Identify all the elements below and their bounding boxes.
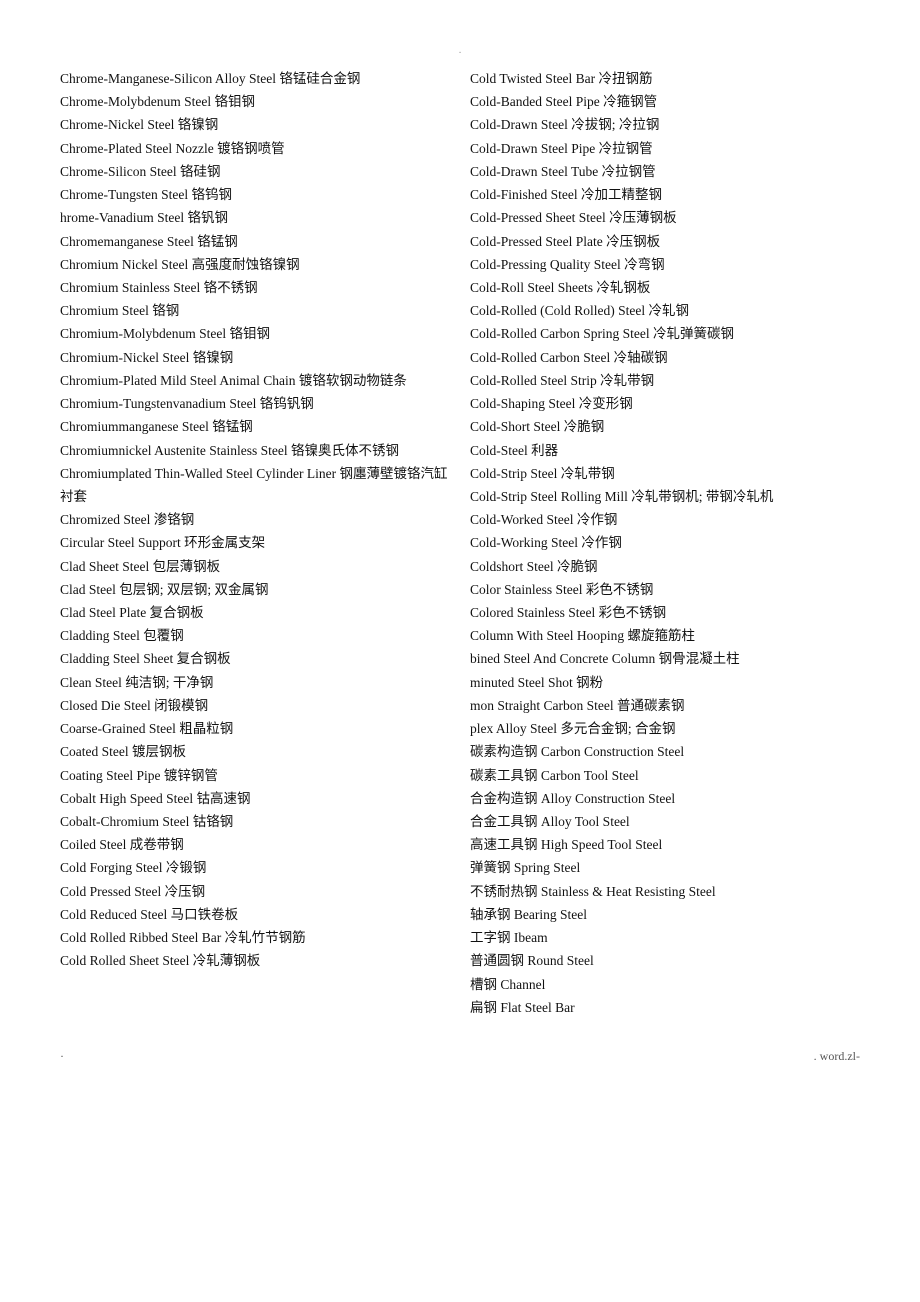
list-item: Cold Reduced Steel 马口铁卷板 — [60, 903, 450, 926]
list-item: Chromium-Tungstenvanadium Steel 铬钨钒钢 — [60, 392, 450, 415]
list-item: Chrome-Nickel Steel 铬镍钢 — [60, 113, 450, 136]
list-item: plex Alloy Steel 多元合金钢; 合金钢 — [470, 717, 860, 740]
list-item: minuted Steel Shot 钢粉 — [470, 671, 860, 694]
list-item: Cold-Strip Steel Rolling Mill 冷轧带钢机; 带钢冷… — [470, 485, 860, 508]
list-item: Coiled Steel 成卷带钢 — [60, 833, 450, 856]
list-item: Clad Steel 包层钢; 双层钢; 双金属钢 — [60, 578, 450, 601]
list-item: Chrome-Tungsten Steel 铬钨钢 — [60, 183, 450, 206]
list-item: Chromium Nickel Steel 高强度耐蚀铬镍钢 — [60, 253, 450, 276]
list-item: mon Straight Carbon Steel 普通碳素钢 — [470, 694, 860, 717]
footer-right: . word.zl- — [814, 1049, 860, 1064]
list-item: Coating Steel Pipe 镀锌钢管 — [60, 764, 450, 787]
list-item: Cold Rolled Sheet Steel 冷轧薄钢板 — [60, 949, 450, 972]
list-item: 高速工具钢 High Speed Tool Steel — [470, 833, 860, 856]
list-item: Cold-Steel 利器 — [470, 439, 860, 462]
list-item: 不锈耐热钢 Stainless & Heat Resisting Steel — [470, 880, 860, 903]
list-item: Chrome-Manganese-Silicon Alloy Steel 铬锰硅… — [60, 67, 450, 90]
list-item: Chromium-Plated Mild Steel Animal Chain … — [60, 369, 450, 392]
list-item: Chromized Steel 渗铬钢 — [60, 508, 450, 531]
list-item: Cold-Rolled Carbon Spring Steel 冷轧弹簧碳钢 — [470, 322, 860, 345]
list-item: Cold-Drawn Steel Tube 冷拉钢管 — [470, 160, 860, 183]
list-item: Cladding Steel 包覆钢 — [60, 624, 450, 647]
list-item: Coldshort Steel 冷脆钢 — [470, 555, 860, 578]
list-item: Chromium-Nickel Steel 铬镍钢 — [60, 346, 450, 369]
list-item: Cold-Working Steel 冷作钢 — [470, 531, 860, 554]
list-item: Chromium Steel 铬钢 — [60, 299, 450, 322]
list-item: Chromemanganese Steel 铬锰钢 — [60, 230, 450, 253]
list-item: Chromiumplated Thin-Walled Steel Cylinde… — [60, 462, 450, 508]
list-item: Cold-Pressing Quality Steel 冷弯钢 — [470, 253, 860, 276]
footer-left: · — [60, 1049, 64, 1064]
list-item: Clad Steel Plate 复合钢板 — [60, 601, 450, 624]
list-item: Cold-Rolled Carbon Steel 冷轴碳钢 — [470, 346, 860, 369]
list-item: Color Stainless Steel 彩色不锈钢 — [470, 578, 860, 601]
list-item: Cold-Worked Steel 冷作钢 — [470, 508, 860, 531]
list-item: hrome-Vanadium Steel 铬钒钢 — [60, 206, 450, 229]
list-item: Cold-Rolled Steel Strip 冷轧带钢 — [470, 369, 860, 392]
list-item: Coated Steel 镀层钢板 — [60, 740, 450, 763]
dot-top: · — [60, 48, 860, 59]
list-item: Clean Steel 纯洁钢; 干净钢 — [60, 671, 450, 694]
list-item: Clad Sheet Steel 包层薄钢板 — [60, 555, 450, 578]
list-item: Cobalt-Chromium Steel 钴铬钢 — [60, 810, 450, 833]
right-column: Cold Twisted Steel Bar 冷扭钢筋Cold-Banded S… — [460, 67, 860, 1019]
list-item: Cold-Strip Steel 冷轧带钢 — [470, 462, 860, 485]
list-item: Cold-Finished Steel 冷加工精整钢 — [470, 183, 860, 206]
list-item: 工字钢 Ibeam — [470, 926, 860, 949]
list-item: 合金构造钢 Alloy Construction Steel — [470, 787, 860, 810]
list-item: 弹簧钢 Spring Steel — [470, 856, 860, 879]
list-item: Chrome-Plated Steel Nozzle 镀铬钢喷管 — [60, 137, 450, 160]
list-item: Cold-Pressed Sheet Steel 冷压薄钢板 — [470, 206, 860, 229]
list-item: Column With Steel Hooping 螺旋箍筋柱 — [470, 624, 860, 647]
list-item: Cold-Roll Steel Sheets 冷轧钢板 — [470, 276, 860, 299]
list-item: Cold Forging Steel 冷锻钢 — [60, 856, 450, 879]
list-item: Chrome-Molybdenum Steel 铬钼钢 — [60, 90, 450, 113]
list-item: 轴承钢 Bearing Steel — [470, 903, 860, 926]
list-item: Coarse-Grained Steel 粗晶粒钢 — [60, 717, 450, 740]
list-item: 扁钢 Flat Steel Bar — [470, 996, 860, 1019]
list-item: 碳素构造钢 Carbon Construction Steel — [470, 740, 860, 763]
list-item: Cold-Shaping Steel 冷变形钢 — [470, 392, 860, 415]
list-item: 槽钢 Channel — [470, 973, 860, 996]
footer: · . word.zl- — [60, 1049, 860, 1064]
list-item: Chromium-Molybdenum Steel 铬钼钢 — [60, 322, 450, 345]
list-item: Colored Stainless Steel 彩色不锈钢 — [470, 601, 860, 624]
list-item: Cold-Banded Steel Pipe 冷箍钢管 — [470, 90, 860, 113]
list-item: Cold Pressed Steel 冷压钢 — [60, 880, 450, 903]
list-item: Chromium Stainless Steel 铬不锈钢 — [60, 276, 450, 299]
list-item: Cold Rolled Ribbed Steel Bar 冷轧竹节钢筋 — [60, 926, 450, 949]
list-item: 碳素工具钢 Carbon Tool Steel — [470, 764, 860, 787]
list-item: Cold-Pressed Steel Plate 冷压钢板 — [470, 230, 860, 253]
list-item: Circular Steel Support 环形金属支架 — [60, 531, 450, 554]
list-item: Cold-Drawn Steel 冷拔钢; 冷拉钢 — [470, 113, 860, 136]
list-item: Cold-Short Steel 冷脆钢 — [470, 415, 860, 438]
list-item: Cold Twisted Steel Bar 冷扭钢筋 — [470, 67, 860, 90]
list-item: 合金工具钢 Alloy Tool Steel — [470, 810, 860, 833]
list-item: Chromiummanganese Steel 铬锰钢 — [60, 415, 450, 438]
list-item: Cold-Drawn Steel Pipe 冷拉钢管 — [470, 137, 860, 160]
left-column: Chrome-Manganese-Silicon Alloy Steel 铬锰硅… — [60, 67, 460, 1019]
list-item: Closed Die Steel 闭锻模钢 — [60, 694, 450, 717]
page: · Chrome-Manganese-Silicon Alloy Steel 铬… — [60, 48, 860, 1064]
list-item: Cobalt High Speed Steel 钴高速钢 — [60, 787, 450, 810]
list-item: Cold-Rolled (Cold Rolled) Steel 冷轧钢 — [470, 299, 860, 322]
list-item: Cladding Steel Sheet 复合钢板 — [60, 647, 450, 670]
list-item: 普通圆钢 Round Steel — [470, 949, 860, 972]
list-item: Chrome-Silicon Steel 铬硅钢 — [60, 160, 450, 183]
list-item: bined Steel And Concrete Column 钢骨混凝土柱 — [470, 647, 860, 670]
columns: Chrome-Manganese-Silicon Alloy Steel 铬锰硅… — [60, 67, 860, 1019]
list-item: Chromiumnickel Austenite Stainless Steel… — [60, 439, 450, 462]
